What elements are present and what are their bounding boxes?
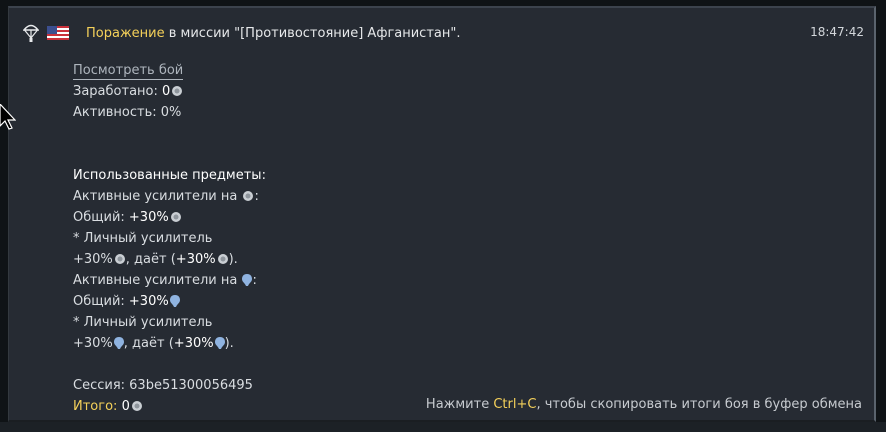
usa-flag-icon <box>47 26 69 40</box>
parachute-icon <box>23 24 39 42</box>
copy-hint: Нажмите Ctrl+C, чтобы скопировать итоги … <box>425 397 862 412</box>
total-line: Итого: 0 <box>73 396 266 417</box>
silver-personal-value-line: +30%, даёт (+30%). <box>73 252 238 267</box>
bottom-strip <box>0 422 886 432</box>
silver-lions-icon <box>172 86 183 96</box>
result-word: Поражение <box>86 25 165 41</box>
research-points-icon <box>169 295 180 307</box>
silver-total-line: Общий: +30% <box>73 207 266 228</box>
activity-line: Активность: 0% <box>73 105 182 120</box>
message-body: Посмотреть бой Заработано: 0 Активность:… <box>73 60 266 417</box>
total-value: 0 <box>121 399 130 414</box>
rp-total-line: Общий: +30% <box>73 291 266 312</box>
message-header: Поражение в миссии "[Противостояние] Афг… <box>23 22 864 44</box>
items-title: Использованные предметы: <box>73 168 266 183</box>
total-label: Итого: <box>73 399 118 414</box>
silver-personal-line: * Личный усилитель <box>73 231 213 246</box>
rp-boosters-heading: Активные усилители на : <box>73 273 257 288</box>
earned-line: Заработано: 0 <box>73 81 266 102</box>
view-battle-link[interactable]: Посмотреть бой <box>73 63 184 80</box>
mouse-cursor-icon <box>0 104 16 130</box>
research-points-icon <box>242 274 253 286</box>
session-id: Сессия: 63be51300056495 <box>73 378 253 393</box>
silver-lions-icon <box>114 254 125 264</box>
mission-text: в миссии "[Противостояние] Афганистан". <box>164 25 461 41</box>
earned-value: 0 <box>162 84 171 99</box>
hotkey-ctrl-c: Ctrl+C <box>493 397 537 412</box>
rp-personal-line: * Личный усилитель <box>73 315 213 330</box>
battle-result-panel: Поражение в миссии "[Противостояние] Афг… <box>8 6 876 422</box>
silver-lions-icon <box>131 401 142 411</box>
rp-personal-value-line: +30%, даёт (+30%). <box>73 336 234 351</box>
silver-lions-icon <box>217 254 228 264</box>
silver-boosters-heading: Активные усилители на : <box>73 189 259 204</box>
timestamp: 18:47:42 <box>810 25 864 39</box>
silver-lions-icon <box>170 212 181 222</box>
silver-lions-icon <box>243 191 254 201</box>
research-points-icon <box>113 337 124 349</box>
research-points-icon <box>214 337 225 349</box>
message-title: Поражение в миссии "[Противостояние] Афг… <box>86 26 460 41</box>
